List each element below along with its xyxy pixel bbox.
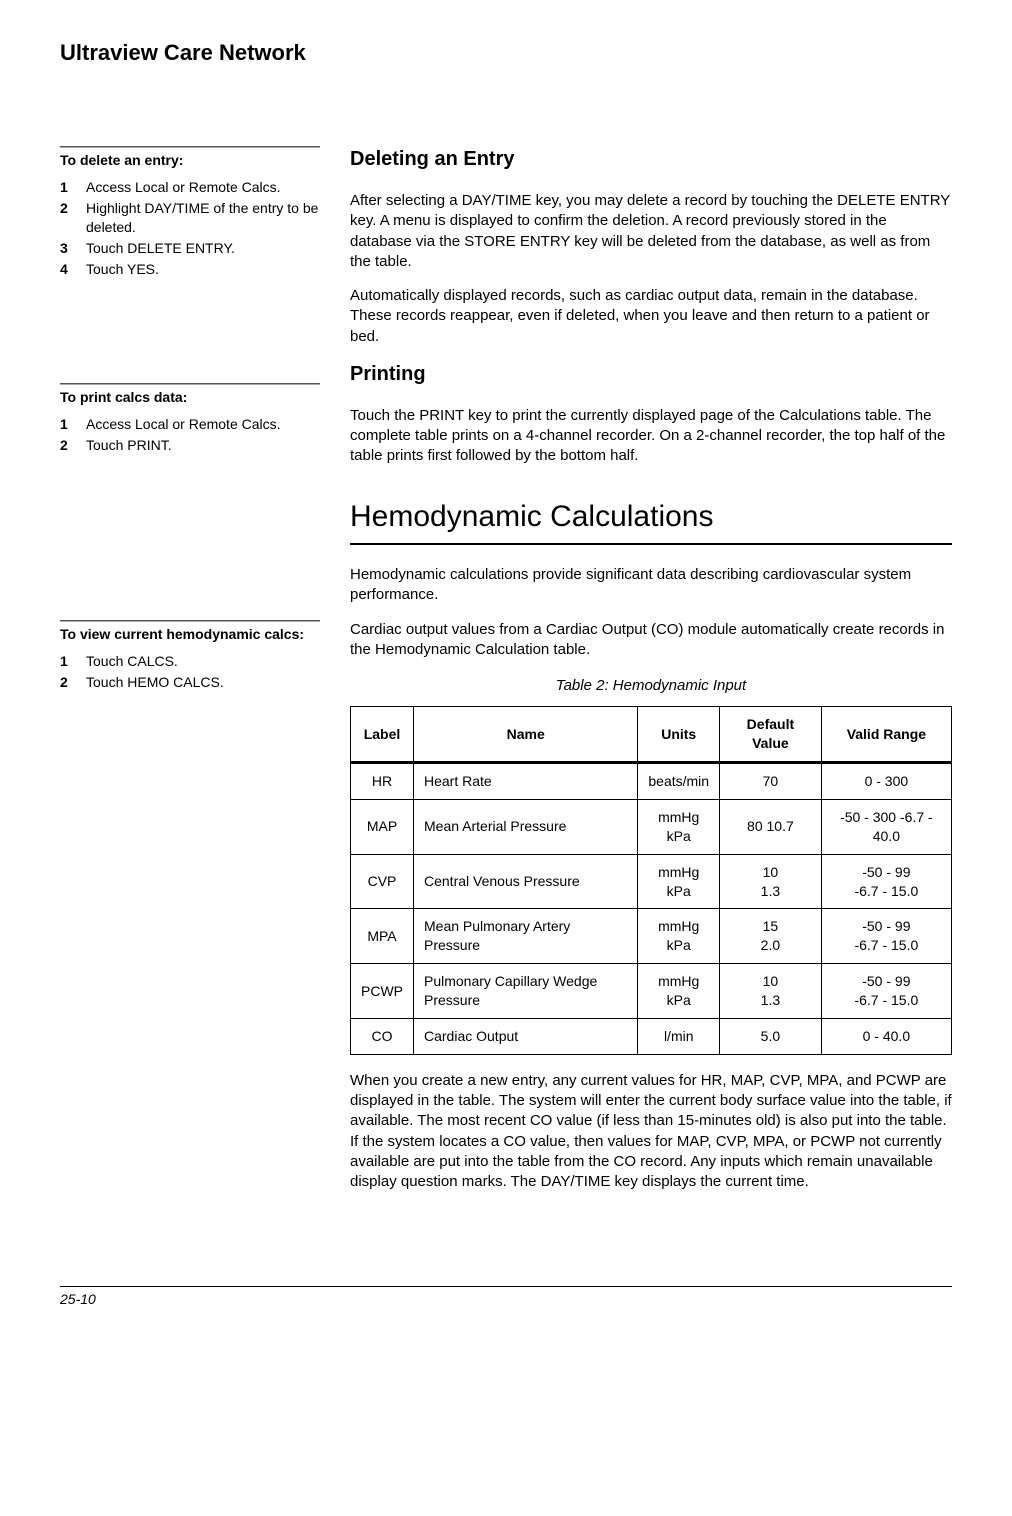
table-cell: -50 - 99 -6.7 - 15.0 [821, 964, 951, 1019]
table-caption: Table 2: Hemodynamic Input [350, 676, 952, 696]
table-cell: -50 - 99 -6.7 - 15.0 [821, 909, 951, 964]
table-header: Name [414, 707, 638, 763]
table-cell: 10 1.3 [720, 854, 822, 909]
sidebar-delete-block: To delete an entry: 1 Access Local or Rem… [60, 146, 320, 278]
sidebar: To delete an entry: 1 Access Local or Rem… [60, 146, 320, 1206]
table-cell: Cardiac Output [414, 1019, 638, 1055]
sidebar-list-hemo: 1 Touch CALCS. 2 Touch HEMO CALCS. [60, 652, 320, 692]
list-number: 2 [60, 673, 74, 692]
section-heading-deleting: Deleting an Entry [350, 146, 952, 173]
list-text: Access Local or Remote Calcs. [86, 415, 281, 434]
list-item: 2 Touch HEMO CALCS. [60, 673, 320, 692]
main-content: Deleting an Entry After selecting a DAY/… [350, 146, 952, 1206]
table-cell: CVP [351, 854, 414, 909]
table-cell: 5.0 [720, 1019, 822, 1055]
page-footer: 25-10 [60, 1286, 952, 1307]
list-text: Touch DELETE ENTRY. [86, 239, 235, 258]
table-cell: 0 - 40.0 [821, 1019, 951, 1055]
sidebar-list-print: 1 Access Local or Remote Calcs. 2 Touch PR… [60, 415, 320, 455]
table-cell: beats/min [638, 763, 720, 800]
table-row: MAPMean Arterial PressuremmHg kPa80 10.7… [351, 799, 952, 854]
list-text: Access Local or Remote Calcs. [86, 178, 281, 197]
table-header: Default Value [720, 707, 822, 763]
list-item: 4 Touch YES. [60, 260, 320, 279]
table-cell: mmHg kPa [638, 854, 720, 909]
page-number: 25-10 [60, 1291, 96, 1307]
table-cell: MPA [351, 909, 414, 964]
list-number: 1 [60, 652, 74, 671]
table-row: HRHeart Ratebeats/min700 - 300 [351, 763, 952, 800]
list-item: 1 Access Local or Remote Calcs. [60, 178, 320, 197]
list-item: 1 Touch CALCS. [60, 652, 320, 671]
list-item: 2 Touch PRINT. [60, 436, 320, 455]
table-cell: -50 - 300 -6.7 - 40.0 [821, 799, 951, 854]
sidebar-heading: To delete an entry: [60, 152, 320, 168]
body-text: Hemodynamic calculations provide signifi… [350, 565, 952, 606]
list-text: Touch HEMO CALCS. [86, 673, 224, 692]
body-text: Automatically displayed records, such as… [350, 286, 952, 347]
table-header: Label [351, 707, 414, 763]
list-text: Touch YES. [86, 260, 159, 279]
table-cell: 0 - 300 [821, 763, 951, 800]
table-cell: HR [351, 763, 414, 800]
sidebar-heading: To view current hemodynamic calcs: [60, 626, 320, 642]
list-text: Touch PRINT. [86, 436, 172, 455]
list-text: Highlight DAY/TIME of the entry to be de… [86, 199, 320, 237]
sidebar-list-delete: 1 Access Local or Remote Calcs. 2 Highligh… [60, 178, 320, 278]
divider [350, 543, 952, 545]
table-cell: Central Venous Pressure [414, 854, 638, 909]
table-row: PCWPPulmonary Capillary Wedge Pressuremm… [351, 964, 952, 1019]
list-item: 1 Access Local or Remote Calcs. [60, 415, 320, 434]
list-number: 2 [60, 199, 74, 237]
sidebar-print-block: To print calcs data: 1 Access Local or Re… [60, 383, 320, 455]
divider [60, 620, 320, 622]
list-number: 4 [60, 260, 74, 279]
table-cell: Pulmonary Capillary Wedge Pressure [414, 964, 638, 1019]
table-cell: 15 2.0 [720, 909, 822, 964]
table-cell: Mean Pulmonary Artery Pressure [414, 909, 638, 964]
table-cell: 80 10.7 [720, 799, 822, 854]
divider [60, 146, 320, 148]
table-cell: Heart Rate [414, 763, 638, 800]
table-row: COCardiac Outputl/min5.00 - 40.0 [351, 1019, 952, 1055]
list-number: 1 [60, 415, 74, 434]
table-cell: l/min [638, 1019, 720, 1055]
table-header: Valid Range [821, 707, 951, 763]
table-header-row: Label Name Units Default Value Valid Ran… [351, 707, 952, 763]
list-item: 3 Touch DELETE ENTRY. [60, 239, 320, 258]
list-number: 1 [60, 178, 74, 197]
table-cell: mmHg kPa [638, 799, 720, 854]
body-text: When you create a new entry, any current… [350, 1071, 952, 1193]
sidebar-hemo-block: To view current hemodynamic calcs: 1 Touc… [60, 620, 320, 692]
table-cell: 10 1.3 [720, 964, 822, 1019]
list-text: Touch CALCS. [86, 652, 178, 671]
table-cell: -50 - 99 -6.7 - 15.0 [821, 854, 951, 909]
table-cell: mmHg kPa [638, 909, 720, 964]
divider [60, 383, 320, 385]
body-text: After selecting a DAY/TIME key, you may … [350, 191, 952, 272]
table-row: CVPCentral Venous PressuremmHg kPa10 1.3… [351, 854, 952, 909]
table-cell: 70 [720, 763, 822, 800]
list-number: 2 [60, 436, 74, 455]
list-item: 2 Highlight DAY/TIME of the entry to be d… [60, 199, 320, 237]
hemodynamic-input-table: Label Name Units Default Value Valid Ran… [350, 706, 952, 1055]
table-cell: mmHg kPa [638, 964, 720, 1019]
list-number: 3 [60, 239, 74, 258]
table-cell: CO [351, 1019, 414, 1055]
sidebar-heading: To print calcs data: [60, 389, 320, 405]
body-text: Cardiac output values from a Cardiac Out… [350, 620, 952, 661]
section-heading-printing: Printing [350, 361, 952, 388]
table-cell: MAP [351, 799, 414, 854]
page-title: Ultraview Care Network [60, 40, 952, 66]
table-row: MPAMean Pulmonary Artery PressuremmHg kP… [351, 909, 952, 964]
body-text: Touch the PRINT key to print the current… [350, 406, 952, 467]
table-cell: Mean Arterial Pressure [414, 799, 638, 854]
table-cell: PCWP [351, 964, 414, 1019]
section-heading-hemo: Hemodynamic Calculations [350, 497, 952, 538]
table-header: Units [638, 707, 720, 763]
